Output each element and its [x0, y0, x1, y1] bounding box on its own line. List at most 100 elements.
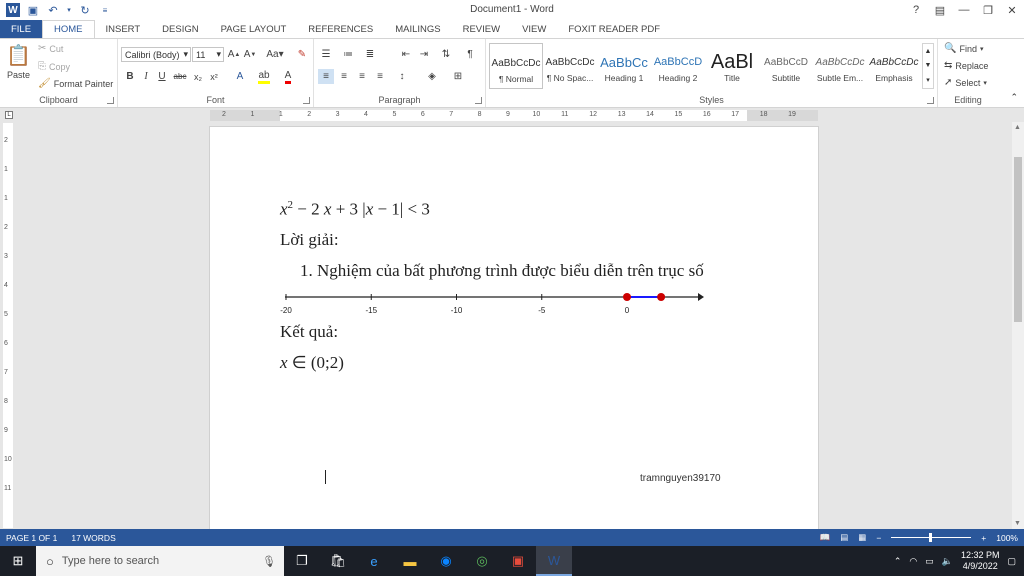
- zalo-icon[interactable]: ◉: [428, 546, 464, 576]
- save-icon[interactable]: ▣: [26, 3, 40, 17]
- taskbar-search[interactable]: ○ Type here to search 🎙: [36, 546, 284, 576]
- borders-icon[interactable]: ⊞: [450, 69, 466, 84]
- subscript-button[interactable]: x₂: [190, 69, 206, 84]
- word-count[interactable]: 17 WORDS: [71, 533, 115, 543]
- clear-format-icon[interactable]: ✎: [294, 47, 310, 62]
- copy-button[interactable]: ⎘ Copy: [38, 61, 70, 72]
- close-button[interactable]: ✕: [1000, 0, 1024, 20]
- style-subtitle[interactable]: AaBbCcD Subtitle: [759, 43, 813, 89]
- multilevel-list-icon[interactable]: ≣: [362, 47, 378, 62]
- decrease-indent-icon[interactable]: ⇤: [398, 47, 414, 62]
- show-formatting-icon[interactable]: ¶: [462, 47, 478, 62]
- redo-icon[interactable]: ↻: [78, 3, 92, 17]
- zoom-slider[interactable]: [891, 533, 972, 542]
- web-layout-icon[interactable]: ▦: [858, 532, 866, 543]
- numbering-icon[interactable]: ≔: [340, 47, 356, 62]
- tab-mailings[interactable]: MAILINGS: [384, 20, 451, 38]
- tab-design[interactable]: DESIGN: [151, 20, 209, 38]
- dropdown-icon[interactable]: ▾: [66, 3, 72, 17]
- zoom-level[interactable]: 100%: [996, 533, 1018, 543]
- tab-home[interactable]: HOME: [42, 20, 95, 38]
- bold-button[interactable]: B: [122, 69, 138, 84]
- wifi-icon[interactable]: ◠: [909, 556, 917, 567]
- find-button[interactable]: 🔍 Find ▾: [944, 43, 983, 54]
- vertical-scrollbar[interactable]: ▲ ▼: [1012, 122, 1024, 529]
- grow-font-button[interactable]: A ▲: [226, 47, 242, 62]
- tab-file[interactable]: FILE: [0, 20, 42, 38]
- styles-launcher-icon[interactable]: [927, 97, 934, 104]
- font-color-icon[interactable]: A: [280, 69, 296, 84]
- tab-foxit[interactable]: FOXIT READER PDF: [557, 20, 671, 38]
- clipboard-launcher-icon[interactable]: [107, 97, 114, 104]
- font-size-select[interactable]: 11 ▾: [192, 47, 224, 62]
- page[interactable]: x2 − 2 x + 3 |x − 1| < 3 Lời giải: 1. Ng…: [209, 126, 819, 529]
- document-area[interactable]: x2 − 2 x + 3 |x − 1| < 3 Lời giải: 1. Ng…: [0, 122, 1012, 529]
- chevron-up-icon[interactable]: ▲: [925, 48, 932, 55]
- superscript-button[interactable]: x²: [206, 69, 222, 84]
- undo-icon[interactable]: ↶: [46, 3, 60, 17]
- paste-button[interactable]: 📋 Paste: [6, 43, 31, 80]
- align-left-icon[interactable]: ≡: [318, 69, 334, 84]
- format-painter-button[interactable]: 🖌 Format Painter: [38, 78, 113, 89]
- font-name-select[interactable]: Calibri (Body) ▾: [121, 47, 191, 62]
- bullets-icon[interactable]: ☰: [318, 47, 334, 62]
- style-subtle-emphasis[interactable]: AaBbCcDc Subtle Em...: [813, 43, 867, 89]
- tab-selector-icon[interactable]: L: [5, 111, 13, 119]
- style-heading-1[interactable]: AaBbCc Heading 1: [597, 43, 651, 89]
- tab-page-layout[interactable]: PAGE LAYOUT: [210, 20, 298, 38]
- help-button[interactable]: ?: [904, 0, 928, 20]
- style-title[interactable]: AaBl Title: [705, 43, 759, 89]
- customize-icon[interactable]: ≡: [98, 3, 112, 17]
- scroll-down-icon[interactable]: ▼: [1014, 520, 1021, 527]
- tab-view[interactable]: VIEW: [511, 20, 557, 38]
- zoom-out-icon[interactable]: −: [876, 533, 881, 543]
- clock[interactable]: 12:32 PM 4/9/2022: [961, 550, 1000, 572]
- style-normal[interactable]: AaBbCcDc ¶ Normal: [489, 43, 543, 89]
- replace-button[interactable]: ⇆ Replace: [944, 60, 988, 71]
- task-view-icon[interactable]: ❐: [284, 546, 320, 576]
- paragraph-launcher-icon[interactable]: [475, 97, 482, 104]
- scroll-thumb[interactable]: [1014, 157, 1022, 322]
- battery-icon[interactable]: ▭: [925, 556, 934, 567]
- minimize-button[interactable]: —: [952, 0, 976, 20]
- page-count[interactable]: PAGE 1 OF 1: [6, 533, 57, 543]
- select-button[interactable]: ➚ Select ▾: [944, 77, 987, 88]
- style-no-spacing[interactable]: AaBbCcDc ¶ No Spac...: [543, 43, 597, 89]
- restore-button[interactable]: ❐: [976, 0, 1000, 20]
- style-emphasis[interactable]: AaBbCcDc Emphasis: [867, 43, 921, 89]
- print-layout-icon[interactable]: ▤: [840, 532, 848, 543]
- italic-button[interactable]: I: [138, 69, 154, 84]
- align-right-icon[interactable]: ≡: [354, 69, 370, 84]
- app-icon[interactable]: ▣: [500, 546, 536, 576]
- volume-icon[interactable]: 🔈: [942, 556, 953, 567]
- windows-start-icon[interactable]: ⊞: [0, 546, 36, 576]
- scroll-up-icon[interactable]: ▲: [1014, 124, 1021, 131]
- microphone-icon[interactable]: 🎙: [262, 555, 276, 568]
- ribbon-display-icon[interactable]: ▤: [928, 0, 952, 20]
- styles-scroll[interactable]: ▲ ▼ ▾: [922, 43, 934, 89]
- chevron-down-icon[interactable]: ▼: [925, 62, 932, 69]
- line-spacing-icon[interactable]: ↕: [394, 69, 410, 84]
- cut-button[interactable]: ✂ Cut: [38, 43, 63, 54]
- ruler-bar[interactable]: 2 1 1 2 3 4 5 6 7 8 9 10 11 12 13 14 15 16 17 18 19: [210, 110, 818, 121]
- sort-icon[interactable]: ⇅: [438, 47, 454, 62]
- file-explorer-icon[interactable]: ▬: [392, 546, 428, 576]
- strikethrough-button[interactable]: abc: [172, 69, 188, 84]
- tab-review[interactable]: REVIEW: [452, 20, 511, 38]
- notification-icon[interactable]: ▢: [1007, 556, 1016, 567]
- underline-button[interactable]: U: [154, 69, 170, 84]
- read-mode-icon[interactable]: 📖: [820, 532, 831, 543]
- edge-icon[interactable]: e: [356, 546, 392, 576]
- store-icon[interactable]: 🛍: [320, 546, 356, 576]
- more-icon[interactable]: ▾: [926, 76, 930, 84]
- tab-references[interactable]: REFERENCES: [297, 20, 384, 38]
- change-case-button[interactable]: Aa▾: [264, 47, 286, 62]
- highlight-icon[interactable]: ab: [256, 69, 272, 84]
- tab-insert[interactable]: INSERT: [95, 20, 152, 38]
- chevron-up-icon[interactable]: ⌃: [894, 556, 902, 567]
- word-taskbar-icon[interactable]: W: [536, 546, 572, 576]
- collapse-ribbon-icon[interactable]: ⌃: [1010, 92, 1018, 103]
- zoom-in-icon[interactable]: +: [981, 533, 986, 543]
- font-launcher-icon[interactable]: [303, 97, 310, 104]
- style-heading-2[interactable]: AaBbCcD Heading 2: [651, 43, 705, 89]
